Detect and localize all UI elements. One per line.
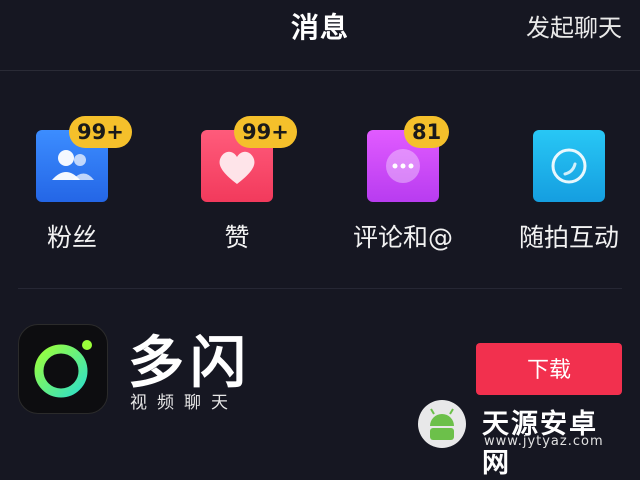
duoshan-logo-icon[interactable] [18,324,108,414]
start-chat-button[interactable]: 发起聊天 [526,8,622,43]
tile-comments-label: 评论和@ [352,223,453,252]
tile-likes-label: 赞 [224,223,250,252]
tile-comments[interactable]: 81 评论和@ [348,116,458,260]
likes-badge: 99+ [234,116,297,148]
watermark: 天源安卓网 www.jytyaz.com [412,398,624,479]
app-subtitle: 视频聊天 [130,393,238,413]
top-bar: 消息 发起聊天 [0,0,640,71]
app-name: 多闪 [128,331,252,396]
tile-fans[interactable]: 99+ 粉丝 [17,116,132,260]
watermark-url: www.jytyaz.com [484,434,604,449]
tile-interaction-label: 随拍互动 [518,223,619,252]
tile-likes[interactable]: 99+ 赞 [182,116,297,260]
camera-interaction-icon [533,130,605,202]
section-divider [18,288,622,289]
android-logo-icon [418,400,466,448]
comments-badge: 81 [404,116,450,148]
tile-fans-label: 粉丝 [46,223,97,252]
tile-interaction[interactable]: 随拍互动 [514,120,624,260]
fans-badge: 99+ [69,116,132,148]
download-button[interactable]: 下载 [476,343,622,395]
